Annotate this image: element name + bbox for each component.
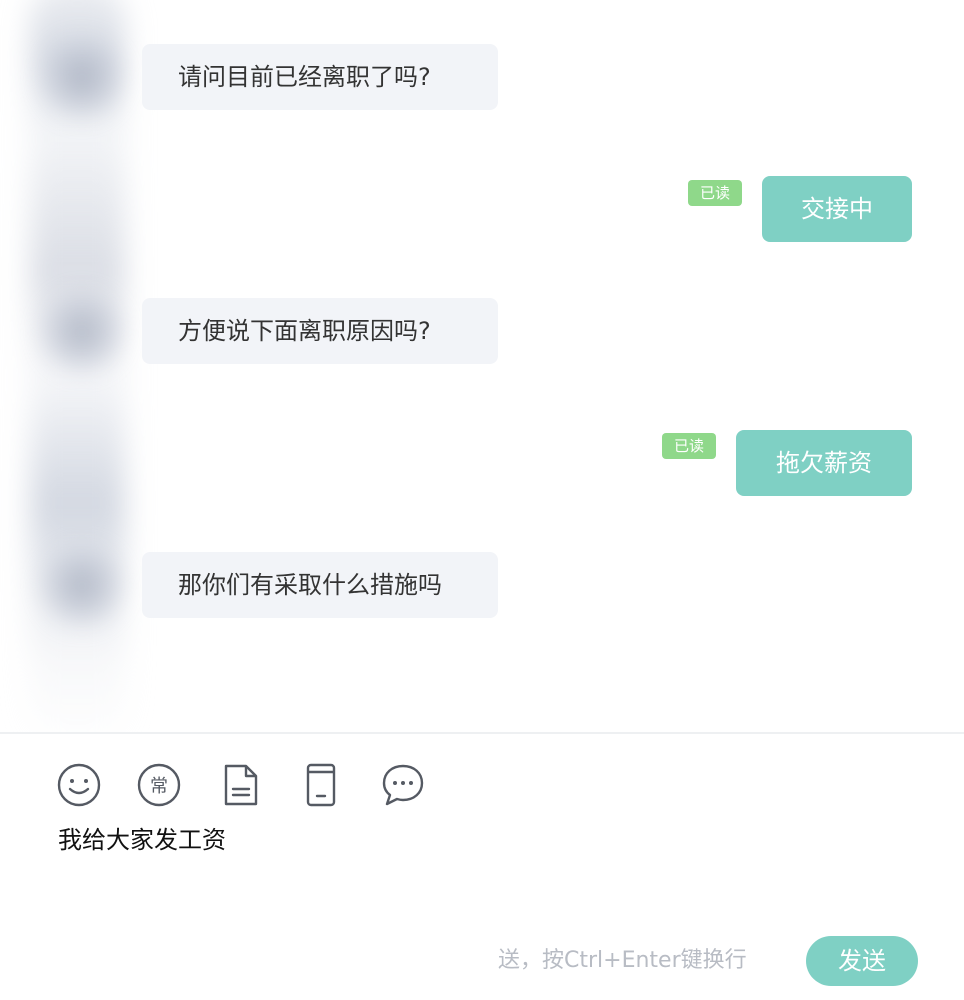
common-phrases-icon[interactable]: 常 [136,762,182,808]
message-incoming: 那你们有采取什么措施吗 [142,552,498,618]
emoji-icon[interactable] [56,762,102,808]
message-outgoing: 拖欠薪资 [736,430,912,496]
input-hint: 送，按Ctrl+Enter键换行 [498,948,747,973]
avatar [42,38,122,118]
chat-bubble-icon[interactable] [380,762,426,808]
message-input[interactable]: 我给大家发工资 [58,820,226,855]
message-incoming: 请问目前已经离职了吗? [142,44,498,110]
avatar [42,292,122,372]
composer-divider [0,732,964,734]
message-list[interactable]: 请问目前已经离职了吗? 已读 交接中 方便说下面离职原因吗? 已读 拖欠薪资 那… [0,0,964,732]
send-button[interactable]: 发送 [806,936,918,986]
read-status-badge: 已读 [688,180,742,206]
avatar [42,546,122,626]
phone-icon[interactable] [298,762,344,808]
message-incoming: 方便说下面离职原因吗? [142,298,498,364]
svg-text:常: 常 [150,776,168,797]
read-status-badge: 已读 [662,433,716,459]
file-icon[interactable] [218,762,264,808]
message-outgoing: 交接中 [762,176,912,242]
chat-window: 请问目前已经离职了吗? 已读 交接中 方便说下面离职原因吗? 已读 拖欠薪资 那… [0,0,964,1000]
